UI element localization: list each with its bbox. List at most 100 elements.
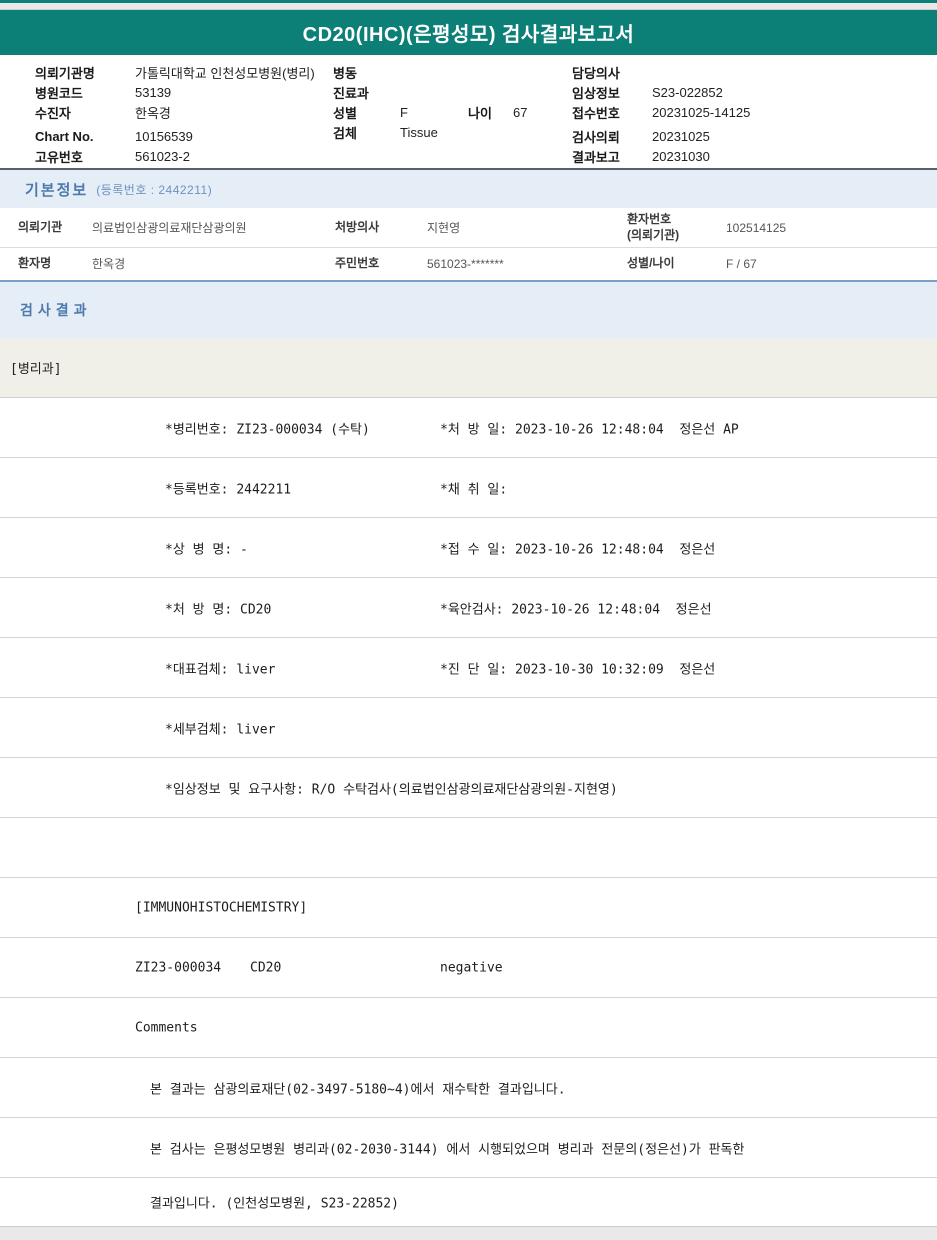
result-text: Comments — [135, 1020, 198, 1035]
field-attending-doctor: 담당의사 — [572, 62, 750, 82]
result-right-text: *육안검사: 2023-10-26 12:48:04 정은선 — [440, 602, 712, 617]
cell-label-resident-no: 주민번호 — [335, 255, 380, 270]
field-label: 결과보고 — [572, 149, 620, 165]
patient-header-middle-column: 병동 진료과 성별 F 나이 67 검체 Tissue — [333, 62, 527, 142]
result-right-text: *진 단 일: 2023-10-30 10:32:09 정은선 — [440, 662, 716, 677]
table-row: 환자명 한옥경 주민번호 561023-******* 성별/나이 F / 67 — [0, 248, 937, 279]
cell-value-patient-no: 102514125 — [726, 220, 787, 235]
field-label: 의뢰기관명 — [35, 65, 95, 81]
field-label: Chart No. — [35, 128, 94, 144]
result-left-text: *임상정보 및 요구사항: R/O 수탁검사(의료법인삼광의료재단삼광의원-지현… — [165, 782, 618, 797]
result-row-comment-1: 본 결과는 삼광의료재단(02-3497-5180~4)에서 재수탁한 결과입니… — [0, 1058, 937, 1118]
result-left-text: *상 병 명: - — [165, 542, 248, 557]
field-value: Tissue — [400, 124, 438, 140]
patient-header: 의뢰기관명 가톨릭대학교 인천성모병원(병리) 병원코드 53139 수진자 한… — [0, 55, 937, 168]
field-requesting-org: 의뢰기관명 가톨릭대학교 인천성모병원(병리) — [35, 62, 315, 82]
result-row-sub-specimen: *세부검체: liver — [0, 698, 937, 758]
cell-value-sex-age: F / 67 — [726, 256, 757, 271]
result-test-name: CD20 — [250, 960, 282, 975]
field-examinee: 수진자 한옥경 — [35, 102, 315, 122]
field-value-age: 67 — [513, 104, 528, 120]
field-value-sex: F — [400, 104, 408, 120]
cell-label-patient-name: 환자명 — [18, 255, 52, 270]
result-right-text: *처 방 일: 2023-10-26 12:48:04 정은선 AP — [440, 422, 739, 437]
field-label: 진료과 — [333, 85, 369, 101]
results-section-header: 검사결과 — [0, 280, 937, 338]
report-title-banner: CD20(IHC)(은평성모) 검사결과보고서 — [0, 10, 937, 55]
result-right-text: *접 수 일: 2023-10-26 12:48:04 정은선 — [440, 542, 716, 557]
field-unique-no: 고유번호 561023-2 — [35, 146, 315, 166]
field-test-requested-date: 검사의뢰 20231025 — [572, 126, 750, 146]
result-text: [IMMUNOHISTOCHEMISTRY] — [135, 900, 308, 915]
basic-info-table: 의뢰기관 의료법인삼광의료재단삼광의원 처방의사 지현영 환자번호 (의뢰기관)… — [0, 208, 937, 280]
footer-band — [0, 1226, 937, 1240]
cell-label-sex-age: 성별/나이 — [627, 255, 675, 270]
result-text: 본 결과는 삼광의료재단(02-3497-5180~4)에서 재수탁한 결과입니… — [150, 1082, 566, 1097]
field-department: 진료과 — [333, 82, 527, 102]
cell-label-patient-no: 환자번호 (의뢰기관) — [627, 211, 680, 242]
field-chart-no: Chart No. 10156539 — [35, 126, 315, 146]
patient-header-right-column: 담당의사 임상정보 S23-022852 접수번호 20231025-14125… — [572, 62, 750, 166]
field-value: 20231030 — [652, 148, 710, 164]
basic-info-title: 기본정보 — [25, 181, 89, 199]
field-label-sex: 성별 — [333, 105, 357, 121]
results-section-title: 검사결과 — [20, 302, 92, 318]
result-row-clinical-request: *임상정보 및 요구사항: R/O 수탁검사(의료법인삼광의료재단삼광의원-지현… — [0, 758, 937, 818]
field-clinical-info: 임상정보 S23-022852 — [572, 82, 750, 102]
result-row-empty — [0, 818, 937, 878]
result-right-text: *채 취 일: — [440, 482, 508, 497]
field-value: 561023-2 — [135, 148, 190, 164]
field-label: 고유번호 — [35, 149, 83, 165]
field-hospital-code: 병원코드 53139 — [35, 82, 315, 102]
field-label: 임상정보 — [572, 85, 620, 101]
field-value: S23-022852 — [652, 84, 723, 100]
result-left-text: *대표검체: liver — [165, 662, 276, 677]
result-row-comment-2: 본 검사는 은평성모병원 병리과(02-2030-3144) 에서 시행되었으며… — [0, 1118, 937, 1178]
result-left-text: *세부검체: liver — [165, 722, 276, 737]
cell-value-requesting-org: 의료법인삼광의료재단삼광의원 — [92, 221, 247, 235]
result-text: 결과입니다. (인천성모병원, S23-22852) — [150, 1196, 399, 1212]
report-page: CD20(IHC)(은평성모) 검사결과보고서 의뢰기관명 가톨릭대학교 인천성… — [0, 0, 937, 1240]
result-left-text: *병리번호: ZI23-000034 (수탁) — [165, 422, 370, 437]
department-row: [병리과] — [0, 338, 937, 398]
table-row: 의뢰기관 의료법인삼광의료재단삼광의원 처방의사 지현영 환자번호 (의뢰기관)… — [0, 208, 937, 248]
department-label: [병리과] — [10, 362, 62, 377]
basic-info-registration-no: (등록번호 : 2442211) — [96, 182, 213, 197]
field-label: 수진자 — [35, 105, 71, 121]
field-label: 검사의뢰 — [572, 129, 620, 145]
result-value: negative — [440, 960, 503, 975]
field-value: 10156539 — [135, 128, 193, 144]
field-value: 20231025-14125 — [652, 104, 751, 120]
report-title: CD20(IHC)(은평성모) 검사결과보고서 — [302, 24, 635, 46]
cell-value-patient-name: 한옥경 — [92, 257, 126, 271]
field-label: 병원코드 — [35, 85, 83, 101]
basic-info-section-header: 기본정보 (등록번호 : 2442211) — [0, 168, 937, 208]
result-row-main-specimen: *대표검체: liver *진 단 일: 2023-10-30 10:32:09… — [0, 638, 937, 698]
result-row-ihc-result: ZI23-000034 CD20 negative — [0, 938, 937, 998]
field-result-reported-date: 결과보고 20231030 — [572, 146, 750, 166]
cell-value-resident-no: 561023-******* — [427, 256, 504, 271]
field-label: 검체 — [333, 125, 357, 141]
result-specimen-code: ZI23-000034 — [135, 960, 222, 975]
field-value: 가톨릭대학교 인천성모병원(병리) — [135, 65, 315, 81]
result-row-ihc-heading: [IMMUNOHISTOCHEMISTRY] — [0, 878, 937, 938]
result-row-registration-no: *등록번호: 2442211 *채 취 일: — [0, 458, 937, 518]
result-left-text: *처 방 명: CD20 — [165, 602, 272, 617]
field-label: 접수번호 — [572, 105, 620, 121]
field-label: 병동 — [333, 65, 357, 81]
result-row-order-name: *처 방 명: CD20 *육안검사: 2023-10-26 12:48:04 … — [0, 578, 937, 638]
result-row-diagnosis-name: *상 병 명: - *접 수 일: 2023-10-26 12:48:04 정은… — [0, 518, 937, 578]
field-specimen: 검체 Tissue — [333, 122, 527, 142]
patient-header-left-column: 의뢰기관명 가톨릭대학교 인천성모병원(병리) 병원코드 53139 수진자 한… — [35, 62, 315, 166]
cell-label-prescribing-doctor: 처방의사 — [335, 219, 380, 234]
field-value: 한옥경 — [135, 105, 171, 121]
result-rows: *병리번호: ZI23-000034 (수탁) *처 방 일: 2023-10-… — [0, 398, 937, 1226]
result-left-text: *등록번호: 2442211 — [165, 482, 292, 497]
result-row-comments-heading: Comments — [0, 998, 937, 1058]
field-value: 53139 — [135, 84, 172, 100]
field-label-age: 나이 — [468, 105, 492, 121]
field-accession-no: 접수번호 20231025-14125 — [572, 102, 750, 122]
top-gray-strip — [0, 3, 937, 10]
field-ward: 병동 — [333, 62, 527, 82]
cell-label-requesting-org: 의뢰기관 — [18, 219, 63, 234]
